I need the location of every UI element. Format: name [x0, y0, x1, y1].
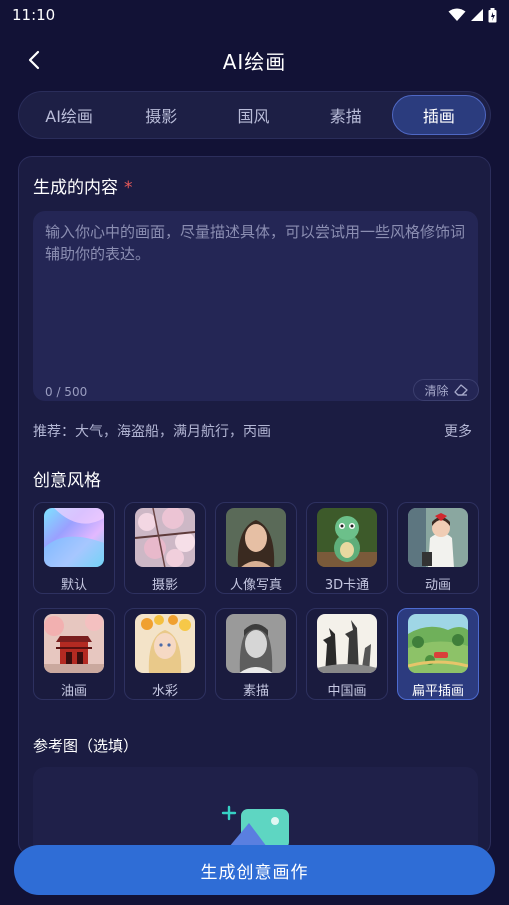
style-thumb-sketch	[226, 614, 286, 673]
back-button[interactable]	[22, 48, 46, 72]
chevron-left-icon	[28, 50, 40, 70]
tab-sketch[interactable]: 素描	[300, 95, 392, 135]
wifi-icon	[448, 8, 466, 21]
style-thumb-3d-cartoon	[317, 508, 377, 567]
style-thumb-photography	[135, 508, 195, 567]
prompt-placeholder: 输入你心中的画面，尽量描述具体，可以尝试用一些风格修饰词辅助你的表达。	[45, 223, 466, 263]
style-label: 素描	[242, 684, 269, 699]
tab-chinese-style[interactable]: 国风	[207, 95, 299, 135]
style-item-watercolor[interactable]: 水彩	[124, 608, 206, 700]
clear-label: 清除	[424, 383, 449, 398]
style-label: 油画	[60, 684, 87, 699]
style-thumb-oil-painting	[44, 614, 104, 673]
style-label: 动画	[424, 578, 451, 593]
style-label: 水彩	[151, 684, 178, 699]
style-label: 3D卡通	[324, 578, 370, 593]
required-mark: *	[124, 178, 133, 198]
styles-grid: 默认 摄影 人像写真 3D卡通 动画 油画 水彩 素描 中国画 扁平插画	[33, 502, 479, 700]
prompt-input[interactable]: 输入你心中的画面，尽量描述具体，可以尝试用一些风格修饰词辅助你的表达。 0 / …	[33, 211, 478, 401]
tab-illustration[interactable]: 插画	[391, 95, 487, 135]
status-time: 11:10	[12, 6, 56, 24]
style-item-photography[interactable]: 摄影	[124, 502, 206, 594]
style-thumb-flat-illustration	[408, 614, 468, 673]
style-item-oil-painting[interactable]: 油画	[33, 608, 115, 700]
style-item-portrait[interactable]: 人像写真	[215, 502, 297, 594]
style-item-anime[interactable]: 动画	[397, 502, 479, 594]
styles-title: 创意风格	[33, 471, 101, 491]
style-label: 扁平插画	[411, 684, 464, 699]
more-button[interactable]: 更多	[444, 421, 472, 441]
style-label: 人像写真	[229, 578, 282, 593]
style-item-flat-illustration[interactable]: 扁平插画	[397, 608, 479, 700]
style-label: 默认	[60, 578, 87, 593]
reference-upload[interactable]	[33, 767, 478, 855]
recommend-text[interactable]: 推荐：大气，海盗船，满月航行，丙画	[33, 421, 271, 441]
style-item-default[interactable]: 默认	[33, 502, 115, 594]
generate-button[interactable]: 生成创意画作	[14, 845, 495, 895]
style-thumb-watercolor	[135, 614, 195, 673]
status-icons	[448, 7, 497, 23]
content-title-label: 生成的内容	[33, 178, 118, 198]
form-card: 生成的内容 * 输入你心中的画面，尽量描述具体，可以尝试用一些风格修饰词辅助你的表…	[18, 156, 491, 856]
style-label: 中国画	[327, 684, 367, 699]
style-item-sketch[interactable]: 素描	[215, 608, 297, 700]
reference-title: 参考图（选填）	[33, 737, 139, 755]
content-title: 生成的内容 *	[33, 173, 133, 198]
clear-button[interactable]: 清除	[413, 379, 479, 401]
style-thumb-chinese-painting	[317, 614, 377, 673]
eraser-icon	[453, 384, 468, 396]
style-thumb-anime	[408, 508, 468, 567]
style-item-chinese-painting[interactable]: 中国画	[306, 608, 388, 700]
char-counter: 0 / 500	[45, 385, 88, 399]
header: AI绘画	[0, 38, 509, 82]
style-item-3d-cartoon[interactable]: 3D卡通	[306, 502, 388, 594]
style-label: 摄影	[151, 578, 178, 593]
page-title: AI绘画	[222, 49, 287, 74]
tab-photography[interactable]: 摄影	[115, 95, 207, 135]
signal-icon	[471, 9, 483, 21]
battery-icon	[488, 7, 497, 22]
style-thumb-default	[44, 508, 104, 567]
style-thumb-portrait	[226, 508, 286, 567]
status-bar: 11:10	[0, 0, 509, 30]
tab-ai-painting[interactable]: AI绘画	[23, 95, 115, 135]
category-tabs: AI绘画 摄影 国风 素描 插画	[18, 91, 491, 139]
